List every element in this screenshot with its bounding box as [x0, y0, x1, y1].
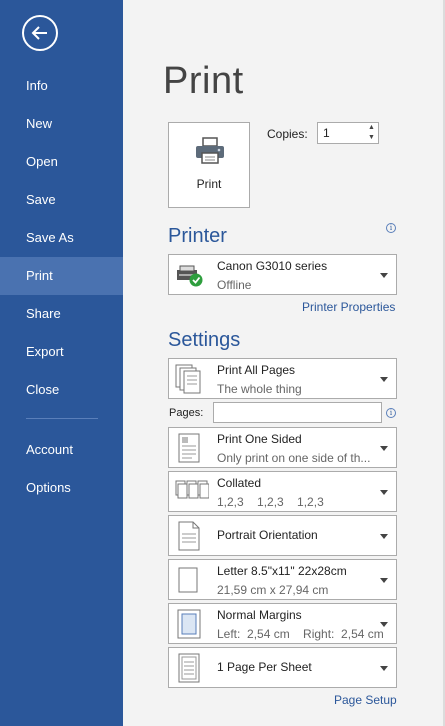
chevron-down-icon	[380, 622, 388, 627]
nav-close[interactable]: Close	[0, 371, 123, 409]
page-title: Print	[163, 60, 244, 102]
backstage-sidebar: Info New Open Save Save As Print Share E…	[0, 0, 123, 726]
spin-up-icon[interactable]: ▲	[367, 124, 376, 132]
spin-down-icon[interactable]: ▼	[367, 134, 376, 142]
sides-dropdown[interactable]: Print One Sided Only print on one side o…	[168, 427, 397, 468]
nav-save-as[interactable]: Save As	[0, 219, 123, 257]
paper-size-description: 21,59 cm x 27,94 cm	[217, 583, 329, 597]
print-range-dropdown[interactable]: Print All Pages The whole thing	[168, 358, 397, 399]
nav-print[interactable]: Print	[0, 257, 123, 295]
orientation-label: Portrait Orientation	[217, 528, 318, 542]
margins-dropdown[interactable]: Normal Margins Left: 2,54 cm Right: 2,54…	[168, 603, 397, 644]
print-button[interactable]: Print	[168, 122, 250, 208]
print-button-label: Print	[196, 177, 222, 191]
print-pane: Print Print Copies: 1 ▲ ▼ Printer i Cano…	[123, 0, 445, 726]
nav-options[interactable]: Options	[0, 469, 123, 507]
copies-value: 1	[323, 126, 330, 140]
chevron-down-icon	[380, 490, 388, 495]
back-button[interactable]	[22, 15, 58, 51]
nav-new[interactable]: New	[0, 105, 123, 143]
collation-label: Collated	[217, 476, 262, 490]
printer-icon	[196, 137, 224, 164]
sides-label: Print One Sided	[217, 432, 302, 446]
orientation-dropdown[interactable]: Portrait Orientation	[168, 515, 397, 556]
pages-per-sheet-label: 1 Page Per Sheet	[217, 660, 312, 674]
sides-description: Only print on one side of th...	[217, 451, 371, 465]
margins-label: Normal Margins	[217, 608, 302, 622]
pages-per-sheet-dropdown[interactable]: 1 Page Per Sheet	[168, 647, 397, 688]
one-sided-icon	[178, 433, 200, 463]
printer-dropdown[interactable]: Canon G3010 series Offline	[168, 254, 397, 295]
printer-name: Canon G3010 series	[217, 259, 328, 273]
chevron-down-icon	[380, 377, 388, 382]
nav-share[interactable]: Share	[0, 295, 123, 333]
pages-stack-icon	[175, 364, 201, 394]
page-per-sheet-icon	[178, 653, 200, 683]
back-arrow-icon	[31, 26, 47, 40]
info-icon[interactable]: i	[386, 223, 396, 233]
settings-section-title: Settings	[168, 329, 241, 351]
margins-icon	[177, 609, 201, 639]
nav-open[interactable]: Open	[0, 143, 123, 181]
page-setup-link[interactable]: Page Setup	[334, 693, 397, 707]
printer-section-title: Printer	[168, 225, 227, 247]
nav-export[interactable]: Export	[0, 333, 123, 371]
nav-account[interactable]: Account	[0, 431, 123, 469]
chevron-down-icon	[380, 578, 388, 583]
collation-dropdown[interactable]: Collated 1,2,3 1,2,3 1,2,3	[168, 471, 397, 512]
copies-label: Copies:	[267, 127, 308, 141]
margins-description: Left: 2,54 cm Right: 2,54 cm	[217, 627, 384, 641]
chevron-down-icon	[380, 446, 388, 451]
printer-status: Offline	[217, 278, 252, 292]
paper-size-icon	[178, 567, 198, 593]
info-icon[interactable]: i	[386, 408, 396, 418]
portrait-page-icon	[178, 521, 200, 551]
print-range-description: The whole thing	[217, 382, 302, 396]
chevron-down-icon	[380, 273, 388, 278]
print-range-label: Print All Pages	[217, 363, 296, 377]
paper-size-dropdown[interactable]: Letter 8.5"x11" 22x28cm 21,59 cm x 27,94…	[168, 559, 397, 600]
nav-save[interactable]: Save	[0, 181, 123, 219]
pages-label: Pages:	[169, 407, 204, 419]
copies-stepper[interactable]: 1 ▲ ▼	[317, 122, 379, 144]
collated-icon	[175, 480, 209, 499]
pages-input[interactable]	[213, 402, 382, 423]
chevron-down-icon	[380, 534, 388, 539]
chevron-down-icon	[380, 666, 388, 671]
printer-properties-link[interactable]: Printer Properties	[302, 300, 395, 314]
collation-description: 1,2,3 1,2,3 1,2,3	[217, 495, 324, 509]
paper-size-label: Letter 8.5"x11" 22x28cm	[217, 564, 347, 578]
nav-info[interactable]: Info	[0, 67, 123, 105]
printer-status-icon	[177, 265, 203, 287]
nav-divider	[26, 418, 98, 419]
